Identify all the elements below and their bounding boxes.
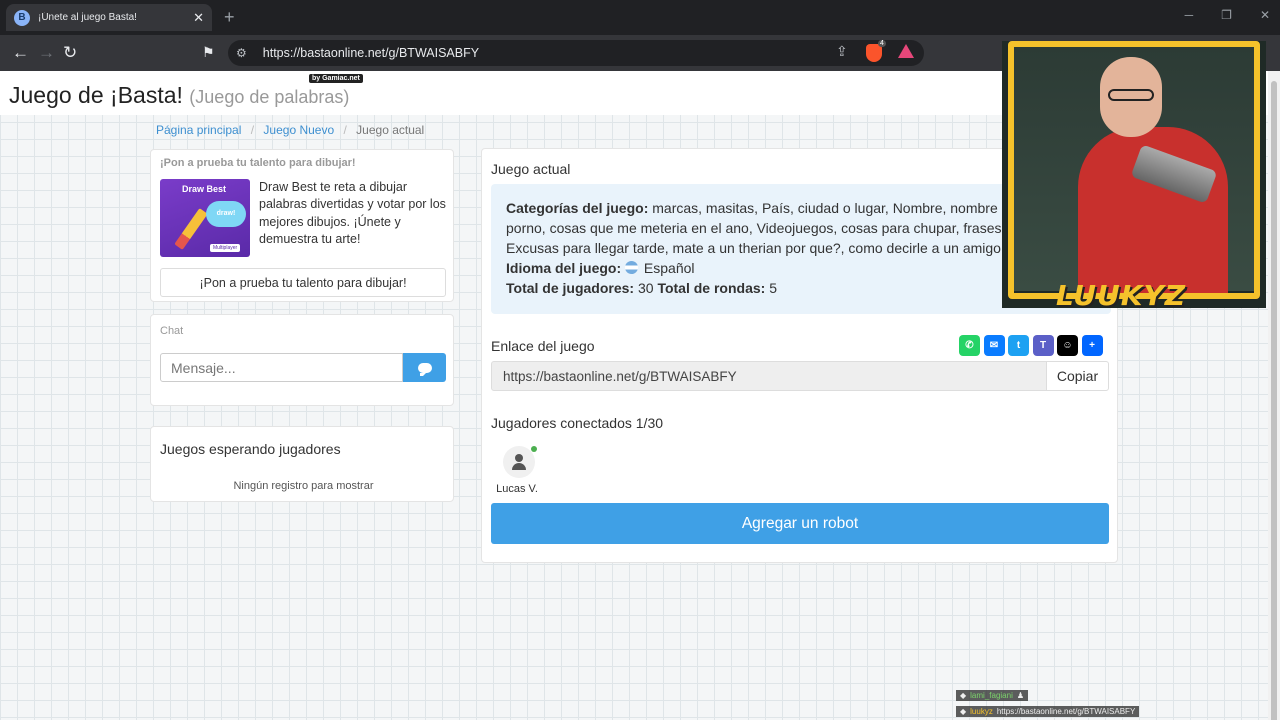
- whatsapp-icon[interactable]: ✆: [959, 335, 980, 356]
- promo-logo: Multiplayer: [210, 244, 241, 252]
- language-value: Español: [643, 260, 695, 276]
- promo-description: Draw Best te reta a dibujar palabras div…: [259, 180, 446, 247]
- add-robot-button[interactable]: Agregar un robot: [491, 503, 1109, 544]
- chat-username: luukyz: [970, 707, 993, 716]
- breadcrumb-new-game[interactable]: Juego Nuevo: [263, 123, 334, 137]
- brave-rewards-icon[interactable]: [898, 44, 914, 58]
- new-tab-button[interactable]: +: [224, 7, 235, 28]
- minimize-icon[interactable]: ─: [1185, 8, 1194, 22]
- forward-icon[interactable]: →: [38, 43, 55, 63]
- tab-title: ¡Únete al juego Basta!: [38, 12, 137, 23]
- breadcrumb-separator: /: [343, 123, 347, 137]
- pencil-icon: [174, 208, 208, 250]
- promo-button[interactable]: ¡Pon a prueba tu talento para dibujar!: [160, 268, 446, 297]
- waiting-games-title: Juegos esperando jugadores: [160, 441, 341, 457]
- language-label: Idioma del juego:: [506, 260, 622, 276]
- breadcrumb: Página principal / Juego Nuevo / Juego a…: [156, 123, 424, 137]
- close-tab-icon[interactable]: ✕: [193, 10, 204, 26]
- messenger-icon[interactable]: ✉: [983, 335, 1005, 356]
- promo-title: ¡Pon a prueba tu talento para dibujar!: [160, 157, 356, 169]
- player-item[interactable]: Lucas V.: [496, 446, 541, 495]
- streamer-name: LUUKYZ: [1056, 279, 1187, 308]
- online-status-icon: [531, 446, 537, 452]
- site-favicon-icon: B: [14, 9, 30, 26]
- title-main: Juego de ¡Basta!: [9, 82, 183, 108]
- bookmark-icon[interactable]: ⚑: [202, 44, 215, 61]
- url-text[interactable]: https://bastaonline.net/g/BTWAISABFY: [263, 46, 479, 60]
- close-window-icon[interactable]: ✕: [1260, 8, 1270, 22]
- chat-bubble-icon: [417, 362, 432, 376]
- gamiac-badge[interactable]: by Gamiac.net: [309, 74, 363, 83]
- title-subtitle: (Juego de palabras): [189, 87, 350, 107]
- reload-icon[interactable]: ↻: [63, 43, 77, 63]
- maximize-icon[interactable]: ❐: [1221, 8, 1232, 22]
- site-settings-icon[interactable]: ⚙: [236, 46, 247, 60]
- chat-badge-icon: ◆: [960, 707, 967, 716]
- players-label: Total de jugadores:: [506, 280, 635, 296]
- player-name: Lucas V.: [496, 483, 538, 495]
- user-icon: [515, 454, 523, 462]
- teams-icon[interactable]: T: [1032, 335, 1054, 356]
- twitter-icon[interactable]: t: [1008, 335, 1029, 356]
- promo-image-title: Draw Best: [182, 184, 227, 194]
- page-title: Juego de ¡Basta! (Juego de palabras): [9, 82, 349, 109]
- back-icon[interactable]: ←: [12, 43, 29, 63]
- rounds-label: Total de rondas:: [657, 280, 766, 296]
- webcam-overlay: LUUKYZ: [1002, 41, 1266, 308]
- promo-panel: ¡Pon a prueba tu talento para dibujar! D…: [150, 149, 454, 302]
- argentina-flag-icon: [625, 261, 639, 274]
- chat-message: https://bastaonline.net/g/BTWAISABFY: [996, 707, 1136, 716]
- shields-count-badge: 4: [878, 40, 886, 47]
- address-bar[interactable]: ⚙ https://bastaonline.net/g/BTWAISABFY: [228, 40, 924, 66]
- chat-send-button[interactable]: [403, 353, 446, 382]
- rounds-total: 5: [769, 280, 777, 296]
- waiting-games-panel: Juegos esperando jugadores Ningún regist…: [150, 426, 454, 502]
- avatar: [503, 446, 537, 478]
- chat-badge-icon: ◆: [960, 691, 967, 700]
- game-link-field[interactable]: [491, 361, 1047, 391]
- share-more-icon[interactable]: +: [1081, 335, 1103, 356]
- copy-button[interactable]: Copiar: [1046, 361, 1109, 391]
- share-page-icon[interactable]: ⇪: [836, 43, 848, 60]
- breadcrumb-home[interactable]: Página principal: [156, 123, 241, 137]
- chat-username: lami_fagiani: [970, 691, 1013, 700]
- cloud-icon: draw!: [206, 201, 246, 227]
- stream-chat-line: ◆ lami_fagiani ♟: [956, 690, 1029, 701]
- chat-message-input[interactable]: [160, 353, 403, 382]
- chat-title: Chat: [160, 325, 184, 337]
- snapchat-icon[interactable]: ☺: [1057, 335, 1078, 356]
- game-title: Juego actual: [491, 161, 571, 177]
- stream-chat-line: ◆ luukyz https://bastaonline.net/g/BTWAI…: [956, 706, 1140, 717]
- browser-tab[interactable]: B ¡Únete al juego Basta! ✕: [6, 4, 212, 31]
- scrollbar-thumb[interactable]: [1271, 81, 1277, 720]
- user-icon-body: [512, 463, 526, 470]
- browser-tab-bar: B ¡Únete al juego Basta! ✕ + ─ ❐ ✕: [0, 0, 1280, 35]
- game-link-title: Enlace del juego: [491, 338, 595, 354]
- chat-panel: Chat: [150, 314, 454, 406]
- window-controls: ─ ❐ ✕: [1185, 8, 1270, 22]
- draw-best-image[interactable]: Draw Best draw! Multiplayer: [160, 179, 250, 257]
- empty-message: Ningún registro para mostrar: [233, 480, 374, 492]
- share-buttons: ✆ ✉ t T ☺ +: [959, 335, 1103, 356]
- page-scrollbar[interactable]: [1268, 71, 1280, 720]
- emote-icon: ♟: [1016, 691, 1025, 700]
- breadcrumb-separator: /: [250, 123, 255, 137]
- players-total: 30: [637, 280, 654, 296]
- categories-text-1: marcas, masitas, País, ciudad o lugar, N…: [652, 200, 1010, 216]
- categories-label: Categorías del juego:: [506, 200, 649, 216]
- breadcrumb-current: Juego actual: [356, 123, 425, 137]
- webcam-frame: [1008, 41, 1260, 299]
- connected-players-title: Jugadores conectados 1/30: [491, 415, 664, 431]
